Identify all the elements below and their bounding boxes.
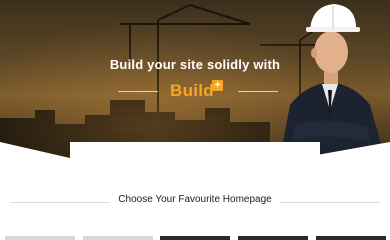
divider — [238, 91, 278, 92]
hero-bottom-notch-left — [0, 142, 70, 158]
hero-banner: Build your site solidly with Build + — [0, 0, 390, 158]
section-title: Choose Your Favourite Homepage — [118, 194, 272, 205]
homepage-thumbnail[interactable] — [316, 236, 386, 240]
divider — [280, 202, 380, 203]
plus-icon: + — [212, 80, 223, 91]
homepage-thumbnail[interactable] — [5, 236, 75, 240]
hero-headline: Build your site solidly with — [109, 57, 281, 72]
brand-logo[interactable]: Build — [170, 81, 214, 101]
homepage-thumbnail-row — [0, 236, 390, 240]
homepage-thumbnail[interactable] — [160, 236, 230, 240]
construction-worker-image — [280, 4, 385, 158]
divider — [10, 202, 110, 203]
hero-bottom-notch — [70, 142, 320, 158]
homepage-thumbnail[interactable] — [83, 236, 153, 240]
section-header: Choose Your Favourite Homepage — [0, 194, 390, 210]
divider — [118, 91, 158, 92]
brand-logo-row: Build + — [118, 78, 278, 104]
hero-bottom-notch-right — [300, 142, 390, 158]
homepage-thumbnail[interactable] — [238, 236, 308, 240]
